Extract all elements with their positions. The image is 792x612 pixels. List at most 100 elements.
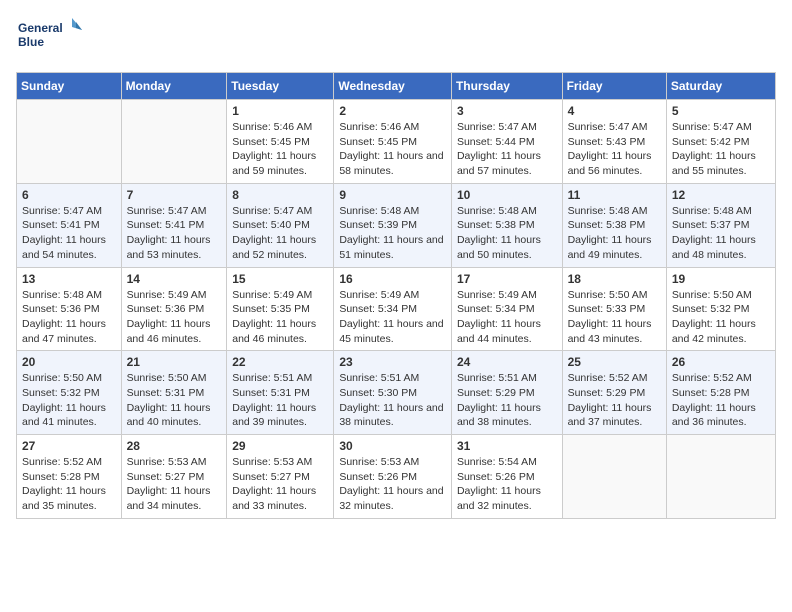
day-number: 22 xyxy=(232,355,328,369)
calendar-week-row: 27 Sunrise: 5:52 AMSunset: 5:28 PMDayligh… xyxy=(17,435,776,519)
day-number: 23 xyxy=(339,355,446,369)
day-info: Sunrise: 5:51 AMSunset: 5:31 PMDaylight:… xyxy=(232,371,328,430)
day-number: 15 xyxy=(232,272,328,286)
day-number: 16 xyxy=(339,272,446,286)
day-info: Sunrise: 5:52 AMSunset: 5:29 PMDaylight:… xyxy=(568,371,661,430)
day-info: Sunrise: 5:50 AMSunset: 5:33 PMDaylight:… xyxy=(568,288,661,347)
day-number: 17 xyxy=(457,272,557,286)
day-number: 12 xyxy=(672,188,770,202)
day-info: Sunrise: 5:47 AMSunset: 5:43 PMDaylight:… xyxy=(568,120,661,179)
weekday-header-row: SundayMondayTuesdayWednesdayThursdayFrid… xyxy=(17,73,776,100)
day-info: Sunrise: 5:53 AMSunset: 5:27 PMDaylight:… xyxy=(127,455,222,514)
calendar-table: SundayMondayTuesdayWednesdayThursdayFrid… xyxy=(16,72,776,519)
day-number: 2 xyxy=(339,104,446,118)
day-info: Sunrise: 5:46 AMSunset: 5:45 PMDaylight:… xyxy=(232,120,328,179)
day-number: 18 xyxy=(568,272,661,286)
day-info: Sunrise: 5:50 AMSunset: 5:32 PMDaylight:… xyxy=(22,371,116,430)
page-header: General Blue xyxy=(16,16,776,60)
calendar-week-row: 1 Sunrise: 5:46 AMSunset: 5:45 PMDaylight… xyxy=(17,100,776,184)
day-info: Sunrise: 5:47 AMSunset: 5:44 PMDaylight:… xyxy=(457,120,557,179)
calendar-cell xyxy=(121,100,227,184)
calendar-cell: 11Sunrise: 5:48 AMSunset: 5:38 PMDayligh… xyxy=(562,183,666,267)
day-info: Sunrise: 5:54 AMSunset: 5:26 PMDaylight:… xyxy=(457,455,557,514)
calendar-cell: 28 Sunrise: 5:53 AMSunset: 5:27 PMDayligh… xyxy=(121,435,227,519)
day-number: 14 xyxy=(127,272,222,286)
calendar-cell: 29 Sunrise: 5:53 AMSunset: 5:27 PMDayligh… xyxy=(227,435,334,519)
logo-svg: General Blue xyxy=(16,16,86,60)
day-number: 7 xyxy=(127,188,222,202)
day-info: Sunrise: 5:49 AMSunset: 5:35 PMDaylight:… xyxy=(232,288,328,347)
day-info: Sunrise: 5:51 AMSunset: 5:30 PMDaylight:… xyxy=(339,371,446,430)
day-number: 27 xyxy=(22,439,116,453)
day-info: Sunrise: 5:53 AMSunset: 5:27 PMDaylight:… xyxy=(232,455,328,514)
day-info: Sunrise: 5:47 AMSunset: 5:40 PMDaylight:… xyxy=(232,204,328,263)
day-info: Sunrise: 5:49 AMSunset: 5:36 PMDaylight:… xyxy=(127,288,222,347)
weekday-header: Friday xyxy=(562,73,666,100)
day-number: 10 xyxy=(457,188,557,202)
calendar-cell: 20 Sunrise: 5:50 AMSunset: 5:32 PMDayligh… xyxy=(17,351,122,435)
day-number: 5 xyxy=(672,104,770,118)
day-number: 9 xyxy=(339,188,446,202)
day-number: 20 xyxy=(22,355,116,369)
day-number: 3 xyxy=(457,104,557,118)
calendar-cell: 3 Sunrise: 5:47 AMSunset: 5:44 PMDaylight… xyxy=(451,100,562,184)
day-number: 6 xyxy=(22,188,116,202)
calendar-cell: 12 Sunrise: 5:48 AMSunset: 5:37 PMDayligh… xyxy=(666,183,775,267)
calendar-cell: 15 Sunrise: 5:49 AMSunset: 5:35 PMDayligh… xyxy=(227,267,334,351)
calendar-week-row: 6 Sunrise: 5:47 AMSunset: 5:41 PMDaylight… xyxy=(17,183,776,267)
calendar-cell: 6 Sunrise: 5:47 AMSunset: 5:41 PMDaylight… xyxy=(17,183,122,267)
day-number: 29 xyxy=(232,439,328,453)
day-number: 1 xyxy=(232,104,328,118)
calendar-cell: 30 Sunrise: 5:53 AMSunset: 5:26 PMDayligh… xyxy=(334,435,452,519)
day-info: Sunrise: 5:48 AMSunset: 5:38 PMDaylight:… xyxy=(457,204,557,263)
weekday-header: Thursday xyxy=(451,73,562,100)
calendar-cell: 21 Sunrise: 5:50 AMSunset: 5:31 PMDayligh… xyxy=(121,351,227,435)
day-info: Sunrise: 5:48 AMSunset: 5:39 PMDaylight:… xyxy=(339,204,446,263)
calendar-cell: 14 Sunrise: 5:49 AMSunset: 5:36 PMDayligh… xyxy=(121,267,227,351)
weekday-header: Sunday xyxy=(17,73,122,100)
day-number: 24 xyxy=(457,355,557,369)
calendar-cell: 4 Sunrise: 5:47 AMSunset: 5:43 PMDaylight… xyxy=(562,100,666,184)
weekday-header: Wednesday xyxy=(334,73,452,100)
calendar-cell: 7Sunrise: 5:47 AMSunset: 5:41 PMDaylight… xyxy=(121,183,227,267)
calendar-cell: 18 Sunrise: 5:50 AMSunset: 5:33 PMDayligh… xyxy=(562,267,666,351)
day-info: Sunrise: 5:47 AMSunset: 5:42 PMDaylight:… xyxy=(672,120,770,179)
day-number: 4 xyxy=(568,104,661,118)
calendar-cell: 1 Sunrise: 5:46 AMSunset: 5:45 PMDaylight… xyxy=(227,100,334,184)
day-number: 30 xyxy=(339,439,446,453)
day-number: 21 xyxy=(127,355,222,369)
day-number: 26 xyxy=(672,355,770,369)
calendar-cell: 22 Sunrise: 5:51 AMSunset: 5:31 PMDayligh… xyxy=(227,351,334,435)
day-info: Sunrise: 5:48 AMSunset: 5:38 PMDaylight:… xyxy=(568,204,661,263)
day-number: 28 xyxy=(127,439,222,453)
calendar-cell: 9 Sunrise: 5:48 AMSunset: 5:39 PMDaylight… xyxy=(334,183,452,267)
calendar-cell: 17 Sunrise: 5:49 AMSunset: 5:34 PMDayligh… xyxy=(451,267,562,351)
day-info: Sunrise: 5:50 AMSunset: 5:32 PMDaylight:… xyxy=(672,288,770,347)
day-info: Sunrise: 5:49 AMSunset: 5:34 PMDaylight:… xyxy=(457,288,557,347)
calendar-cell: 8Sunrise: 5:47 AMSunset: 5:40 PMDaylight… xyxy=(227,183,334,267)
calendar-cell: 27 Sunrise: 5:52 AMSunset: 5:28 PMDayligh… xyxy=(17,435,122,519)
day-info: Sunrise: 5:50 AMSunset: 5:31 PMDaylight:… xyxy=(127,371,222,430)
calendar-cell xyxy=(666,435,775,519)
calendar-cell xyxy=(17,100,122,184)
day-number: 25 xyxy=(568,355,661,369)
calendar-week-row: 20 Sunrise: 5:50 AMSunset: 5:32 PMDayligh… xyxy=(17,351,776,435)
day-info: Sunrise: 5:49 AMSunset: 5:34 PMDaylight:… xyxy=(339,288,446,347)
day-info: Sunrise: 5:48 AMSunset: 5:37 PMDaylight:… xyxy=(672,204,770,263)
calendar-cell: 16 Sunrise: 5:49 AMSunset: 5:34 PMDayligh… xyxy=(334,267,452,351)
day-info: Sunrise: 5:47 AMSunset: 5:41 PMDaylight:… xyxy=(22,204,116,263)
calendar-cell: 31 Sunrise: 5:54 AMSunset: 5:26 PMDayligh… xyxy=(451,435,562,519)
day-number: 13 xyxy=(22,272,116,286)
svg-text:Blue: Blue xyxy=(18,35,44,49)
weekday-header: Tuesday xyxy=(227,73,334,100)
calendar-cell: 26Sunrise: 5:52 AMSunset: 5:28 PMDayligh… xyxy=(666,351,775,435)
calendar-week-row: 13Sunrise: 5:48 AMSunset: 5:36 PMDayligh… xyxy=(17,267,776,351)
day-info: Sunrise: 5:53 AMSunset: 5:26 PMDaylight:… xyxy=(339,455,446,514)
day-info: Sunrise: 5:52 AMSunset: 5:28 PMDaylight:… xyxy=(22,455,116,514)
day-info: Sunrise: 5:51 AMSunset: 5:29 PMDaylight:… xyxy=(457,371,557,430)
calendar-cell: 2Sunrise: 5:46 AMSunset: 5:45 PMDaylight… xyxy=(334,100,452,184)
calendar-cell: 19Sunrise: 5:50 AMSunset: 5:32 PMDayligh… xyxy=(666,267,775,351)
day-number: 31 xyxy=(457,439,557,453)
logo: General Blue xyxy=(16,16,86,60)
calendar-cell: 23 Sunrise: 5:51 AMSunset: 5:30 PMDayligh… xyxy=(334,351,452,435)
